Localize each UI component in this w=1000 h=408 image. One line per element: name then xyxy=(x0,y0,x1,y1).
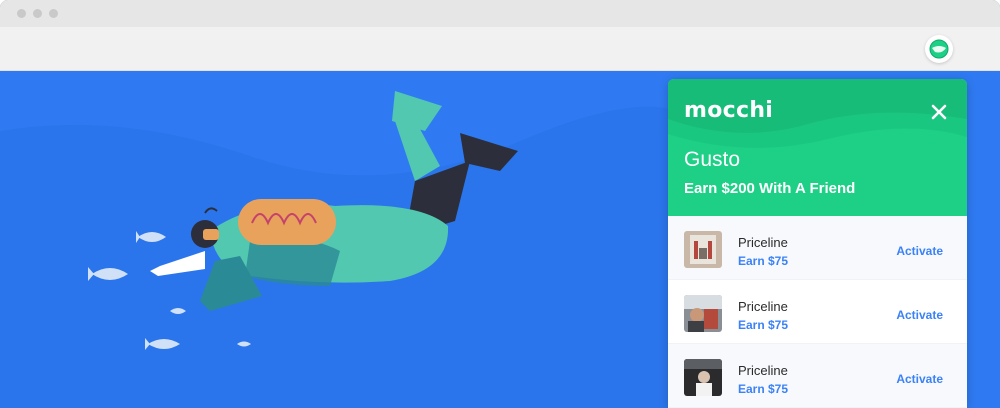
activate-button[interactable]: Activate xyxy=(896,372,943,386)
mocchi-logo: mocchi xyxy=(684,98,774,123)
offer-row: Priceline Earn $75 Activate xyxy=(668,344,967,408)
popup-header: mocchi Gusto Earn $200 With A Friend xyxy=(668,79,967,216)
offer-earn: Earn $75 xyxy=(738,382,789,396)
offer-thumbnail xyxy=(684,359,722,396)
title-bar xyxy=(0,0,1000,27)
mocchi-popup: mocchi Gusto Earn $200 With A Friend Pri… xyxy=(668,79,967,408)
maximize-window-dot[interactable] xyxy=(49,9,58,18)
close-window-dot[interactable] xyxy=(17,9,26,18)
offer-name: Priceline xyxy=(738,235,788,250)
minimize-window-dot[interactable] xyxy=(33,9,42,18)
offer-thumbnail xyxy=(684,295,722,332)
offer-earn: Earn $75 xyxy=(738,318,789,332)
scuba-diver-illustration xyxy=(0,91,700,408)
merchant-name: Gusto xyxy=(684,148,741,171)
browser-toolbar xyxy=(0,27,1000,71)
browser-window: mocchi Gusto Earn $200 With A Friend Pri… xyxy=(0,0,1000,408)
mocchi-icon xyxy=(929,39,949,59)
merchant-offer: Earn $200 With A Friend xyxy=(684,180,856,197)
close-icon xyxy=(931,104,947,120)
offer-row: Priceline Earn $75 Activate xyxy=(668,216,967,280)
offer-row: Priceline Earn $75 Activate xyxy=(668,280,967,344)
offer-name: Priceline xyxy=(738,363,788,378)
activate-button[interactable]: Activate xyxy=(896,308,943,322)
activate-button[interactable]: Activate xyxy=(896,244,943,258)
offer-earn: Earn $75 xyxy=(738,254,789,268)
mocchi-extension-button[interactable] xyxy=(925,35,953,63)
offer-thumbnail xyxy=(684,231,722,268)
offer-list: Priceline Earn $75 Activate Priceline Ea… xyxy=(668,216,967,408)
offer-name: Priceline xyxy=(738,299,788,314)
close-button[interactable] xyxy=(928,101,950,123)
